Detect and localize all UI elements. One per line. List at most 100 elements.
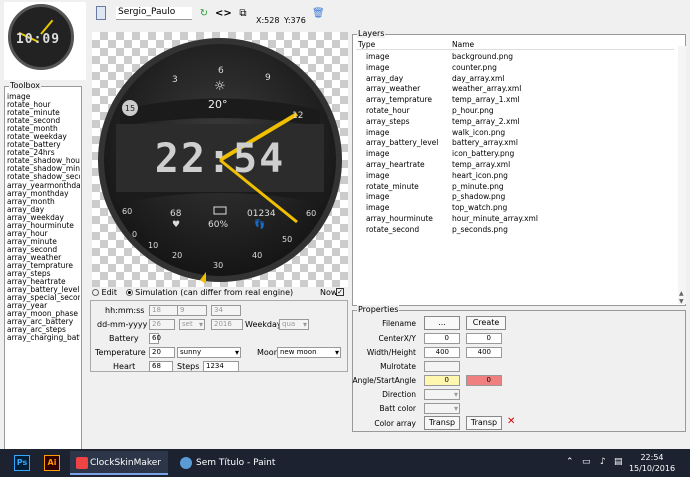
layer-type: image bbox=[366, 149, 390, 159]
toolbox-list[interactable]: image rotate_hour rotate_minute rotate_seco… bbox=[7, 93, 80, 342]
layer-row[interactable]: image p_shadow.png bbox=[356, 192, 674, 203]
photoshop-icon[interactable]: Ps bbox=[14, 455, 30, 471]
watch-canvas[interactable]: 15 3 6 9 12 ☼ 20° 22:54 68 ♥ 60% 01234 👣… bbox=[92, 32, 348, 287]
illustrator-icon[interactable]: Ai bbox=[44, 455, 60, 471]
simulation-label: Simulation (can differ from real engine) bbox=[135, 288, 294, 297]
center-y-field[interactable]: 0 bbox=[466, 333, 502, 344]
battery-label: Battery bbox=[109, 334, 139, 343]
layer-row[interactable]: rotate_second p_seconds.png bbox=[356, 225, 674, 236]
heart-icon: ♥ bbox=[172, 220, 180, 230]
layer-row[interactable]: array_weather weather_array.xml bbox=[356, 84, 674, 95]
create-button[interactable]: Create bbox=[466, 316, 506, 330]
properties-title: Properties bbox=[357, 305, 400, 314]
clear-color-icon[interactable]: ✕ bbox=[507, 416, 515, 427]
center-x-field[interactable]: 0 bbox=[424, 333, 460, 344]
layer-type: image bbox=[366, 52, 390, 61]
layer-row[interactable]: image background.png bbox=[356, 52, 674, 63]
scroll-down-icon[interactable]: ▼ bbox=[679, 298, 684, 305]
layer-row[interactable]: image counter.png bbox=[356, 63, 674, 74]
width-field[interactable]: 400 bbox=[424, 347, 460, 358]
layer-row[interactable]: image top_watch.png bbox=[356, 203, 674, 214]
notification-icon[interactable]: ▤ bbox=[614, 457, 623, 467]
batt-color-label: Batt color bbox=[379, 404, 416, 413]
angle-label: Angle/StartAngle bbox=[352, 376, 416, 385]
width-height-label: Width/Height bbox=[366, 348, 416, 357]
weather-select[interactable]: sunny bbox=[177, 347, 241, 358]
second-field[interactable]: 34 bbox=[211, 305, 241, 316]
layer-type: array_weather bbox=[366, 84, 421, 94]
layer-name: background.png bbox=[452, 52, 514, 61]
height-field[interactable]: 400 bbox=[466, 347, 502, 358]
copy-icon[interactable]: ⧉ bbox=[237, 8, 249, 20]
temperature-value: 20° bbox=[208, 98, 228, 111]
layer-row[interactable]: image icon_battery.png bbox=[356, 149, 674, 160]
angle-field[interactable]: 0 bbox=[424, 375, 460, 386]
year-field[interactable]: 2016 bbox=[211, 319, 243, 330]
scale-label-30: 30 bbox=[213, 261, 223, 270]
direction-label: Direction bbox=[382, 390, 416, 399]
color-array-label: Color array bbox=[374, 419, 416, 428]
simulation-radio[interactable] bbox=[125, 289, 133, 296]
scale-label-40: 40 bbox=[252, 251, 262, 260]
layer-type: array_battery_level bbox=[366, 138, 439, 148]
now-checkbox[interactable]: ✓ bbox=[336, 288, 344, 296]
toolbox-item[interactable]: array_charging_batt bbox=[7, 334, 80, 342]
date-badge: 15 bbox=[125, 104, 135, 113]
trash-icon[interactable]: 🗑 bbox=[312, 8, 325, 20]
temperature-field[interactable]: 20 bbox=[149, 347, 175, 358]
scroll-up-icon[interactable]: ▲ bbox=[679, 290, 684, 297]
moon-select[interactable]: new moon bbox=[277, 347, 341, 358]
transp-button-2[interactable]: Transp bbox=[466, 416, 502, 430]
volume-icon[interactable]: ♪ bbox=[600, 457, 606, 467]
edit-radio[interactable] bbox=[92, 289, 99, 296]
layer-row[interactable]: image heart_icon.png bbox=[356, 171, 674, 182]
layer-row[interactable]: rotate_hour p_hour.png bbox=[356, 106, 674, 117]
layer-row[interactable]: image walk_icon.png bbox=[356, 128, 674, 139]
clock-date[interactable]: 15/10/2016 bbox=[626, 464, 678, 473]
layer-type: image bbox=[366, 203, 390, 213]
month-select[interactable]: set bbox=[179, 319, 205, 330]
layer-name: temp_array.xml bbox=[452, 159, 511, 169]
layer-row[interactable]: rotate_minute p_minute.png bbox=[356, 182, 674, 193]
heart-label: Heart bbox=[113, 362, 136, 371]
scale-label-60b: 60 bbox=[306, 209, 316, 218]
hour-field[interactable]: 18 bbox=[149, 305, 179, 316]
layers-scrollbar[interactable] bbox=[678, 46, 686, 304]
layer-row[interactable]: array_hourminute hour_minute_array.xml bbox=[356, 214, 674, 225]
watch-face: 15 3 6 9 12 ☼ 20° 22:54 68 ♥ 60% 01234 👣… bbox=[98, 38, 342, 284]
layer-type: image bbox=[366, 62, 390, 72]
network-icon[interactable]: ▭ bbox=[582, 457, 591, 467]
tray-chevron-icon[interactable]: ⌃ bbox=[566, 457, 574, 467]
y-coordinate: Y:376 bbox=[284, 16, 306, 25]
date-label: dd-mm-yyyy bbox=[97, 320, 148, 329]
steps-field[interactable]: 1234 bbox=[203, 361, 239, 372]
filename-input[interactable]: Sergio_Paulo bbox=[116, 7, 192, 20]
layer-row[interactable]: array_battery_level battery_array.xml bbox=[356, 138, 674, 149]
hhmmss-label: hh:mm:ss bbox=[105, 306, 145, 315]
weekday-select[interactable]: qua bbox=[279, 319, 309, 330]
direction-select[interactable] bbox=[424, 389, 460, 400]
layer-name: temp_array_2.xml bbox=[452, 116, 520, 126]
taskbar-paint[interactable]: Sem Título - Paint bbox=[176, 451, 296, 475]
heart-field[interactable]: 68 bbox=[149, 361, 173, 372]
code-icon[interactable]: <> bbox=[215, 8, 232, 20]
start-angle-field[interactable]: 0 bbox=[466, 375, 502, 386]
layers-title: Layers bbox=[357, 29, 386, 38]
layer-row[interactable]: array_day day_array.xml bbox=[356, 74, 674, 85]
clock-time[interactable]: 22:54 bbox=[632, 453, 672, 462]
minute-field[interactable]: 9 bbox=[177, 305, 207, 316]
browse-button[interactable]: ... bbox=[424, 316, 460, 330]
layer-name: icon_battery.png bbox=[452, 149, 515, 159]
mulrotate-field[interactable] bbox=[424, 361, 460, 372]
layer-name: day_array.xml bbox=[452, 73, 505, 83]
refresh-icon[interactable]: ↻ bbox=[198, 8, 210, 20]
day-field[interactable]: 26 bbox=[149, 319, 175, 330]
col-type-header: Type bbox=[358, 40, 376, 49]
layer-type: array_steps bbox=[366, 116, 410, 126]
battery-field[interactable]: 60 bbox=[149, 333, 161, 344]
layer-row[interactable]: array_steps temp_array_2.xml bbox=[356, 117, 674, 128]
transp-button-1[interactable]: Transp bbox=[424, 416, 460, 430]
layer-row[interactable]: array_heartrate temp_array.xml bbox=[356, 160, 674, 171]
layer-row[interactable]: array_temprature temp_array_1.xml bbox=[356, 95, 674, 106]
batt-color-select[interactable] bbox=[424, 403, 460, 414]
